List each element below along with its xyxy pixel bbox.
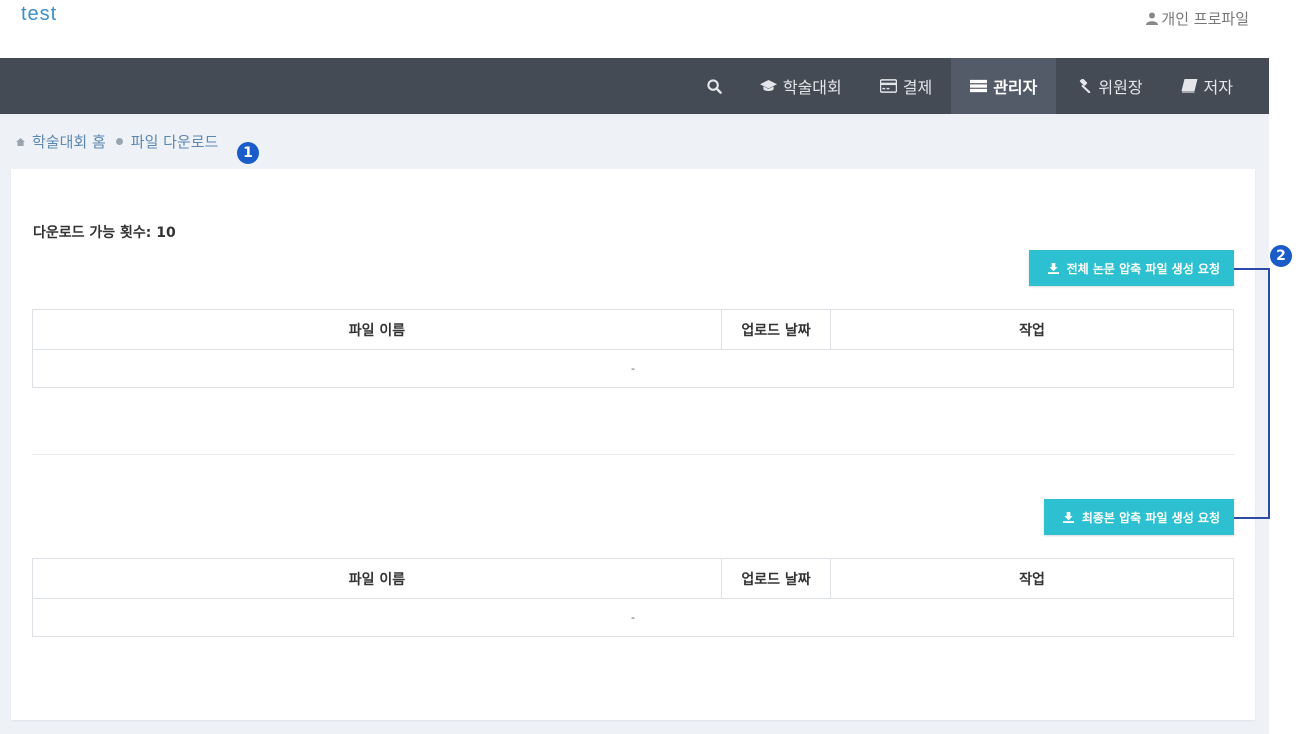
column-header-upload-date[interactable]: 업로드 날짜 bbox=[721, 309, 831, 350]
annotation-marker-2: 2 bbox=[1270, 245, 1292, 267]
table-header-row: 파일 이름 업로드 날짜 작업 bbox=[32, 309, 1234, 350]
nav-item-conference[interactable]: 학술대회 bbox=[741, 58, 861, 114]
empty-row-cell: - bbox=[32, 598, 1234, 637]
column-header-action[interactable]: 작업 bbox=[830, 309, 1234, 350]
breadcrumb-separator bbox=[115, 138, 123, 145]
profile-link[interactable]: 개인 프로파일 bbox=[1146, 8, 1249, 29]
home-icon bbox=[16, 137, 25, 146]
empty-row-cell: - bbox=[32, 349, 1234, 388]
nav-item-payment[interactable]: 결제 bbox=[861, 58, 951, 114]
breadcrumb-home-link[interactable]: 학술대회 홈 bbox=[32, 131, 106, 152]
request-all-papers-zip-button[interactable]: 전체 논문 압축 파일 생성 요청 bbox=[1028, 250, 1234, 286]
all-papers-file-table: 파일 이름 업로드 날짜 작업 - bbox=[32, 309, 1234, 388]
gavel-icon bbox=[1080, 79, 1091, 93]
brand-logo[interactable]: test bbox=[21, 3, 57, 26]
profile-label: 개인 프로파일 bbox=[1161, 10, 1249, 28]
breadcrumb-current: 파일 다운로드 bbox=[130, 133, 219, 151]
book-icon bbox=[1181, 79, 1198, 93]
graduation-cap-icon bbox=[759, 80, 777, 91]
column-header-filename[interactable]: 파일 이름 bbox=[32, 558, 722, 599]
top-header: test 개인 프로파일 bbox=[0, 0, 1269, 58]
column-header-action[interactable]: 작업 bbox=[830, 558, 1234, 599]
download-icon bbox=[1062, 511, 1074, 523]
search-icon bbox=[707, 78, 722, 94]
nav-item-chair[interactable]: 위원장 bbox=[1056, 58, 1161, 114]
download-icon bbox=[1047, 262, 1059, 274]
nav-item-author[interactable]: 저자 bbox=[1162, 58, 1252, 114]
column-header-upload-date[interactable]: 업로드 날짜 bbox=[721, 558, 831, 599]
download-card: 다운로드 가능 횟수: 10 전체 논문 압축 파일 생성 요청 파일 이름 업… bbox=[11, 169, 1255, 720]
table-row: - bbox=[32, 598, 1234, 637]
server-icon bbox=[970, 79, 988, 93]
breadcrumb: 학술대회 홈 파일 다운로드 bbox=[16, 131, 218, 152]
main-navbar: 학술대회 결제 관리자 위원장 저자 bbox=[0, 58, 1269, 114]
download-count-label: 다운로드 가능 횟수: 10 bbox=[33, 225, 176, 241]
nav-search[interactable] bbox=[689, 58, 741, 114]
table-header-row: 파일 이름 업로드 날짜 작업 bbox=[32, 558, 1234, 599]
annotation-marker-1: 1 bbox=[237, 142, 259, 164]
section-divider bbox=[32, 454, 1234, 455]
column-header-filename[interactable]: 파일 이름 bbox=[32, 309, 722, 350]
credit-card-icon bbox=[879, 79, 897, 93]
table-row: - bbox=[32, 349, 1234, 388]
main-area: 학술대회 홈 파일 다운로드 다운로드 가능 횟수: 10 전체 논문 압축 파… bbox=[0, 114, 1269, 734]
annotation-connector bbox=[1234, 268, 1270, 519]
request-final-version-zip-button[interactable]: 최종본 압축 파일 생성 요청 bbox=[1043, 499, 1234, 535]
user-icon bbox=[1146, 12, 1159, 25]
nav-item-admin[interactable]: 관리자 bbox=[951, 58, 1057, 114]
final-version-file-table: 파일 이름 업로드 날짜 작업 - bbox=[32, 558, 1234, 637]
